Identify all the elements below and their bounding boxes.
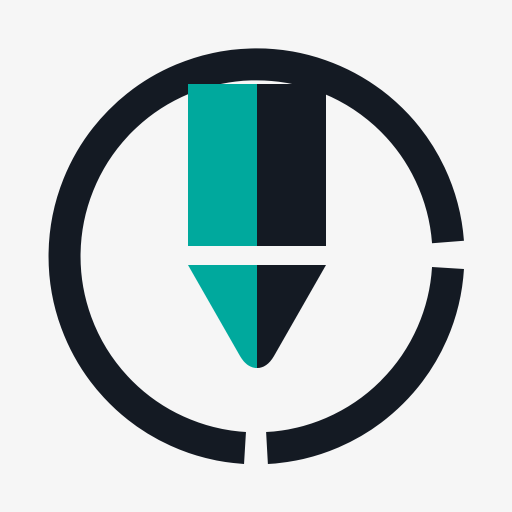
pencil	[188, 84, 326, 368]
pencil-tip-left	[188, 265, 257, 368]
pencil-download-ring-icon	[48, 48, 464, 464]
pencil-shaft-right	[257, 84, 326, 246]
app-icon-canvas	[0, 0, 512, 512]
pencil-shaft-left	[188, 84, 257, 246]
pencil-tip-right	[257, 265, 326, 368]
